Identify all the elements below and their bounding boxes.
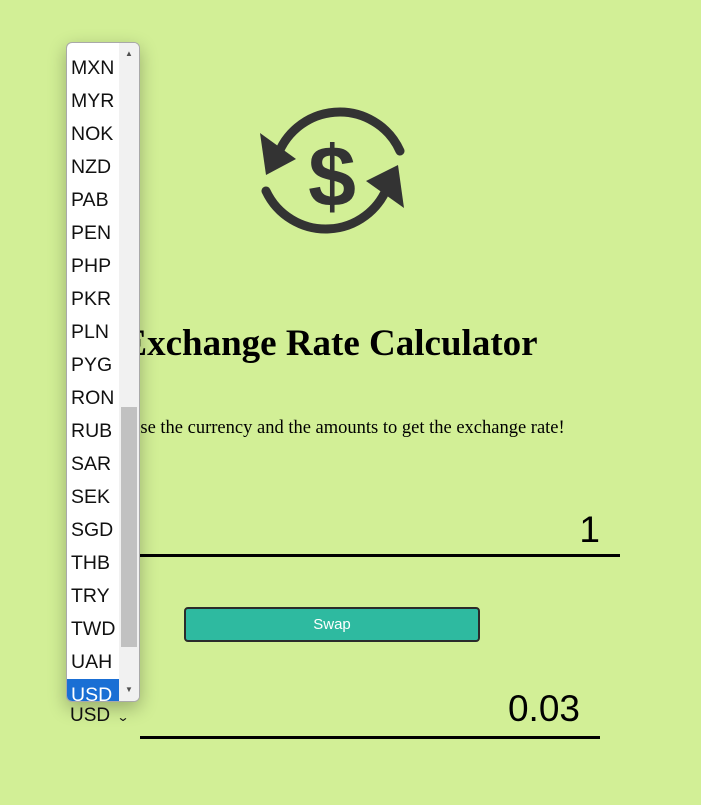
scroll-up-arrow-icon[interactable]: ▲ <box>119 45 139 63</box>
currency-two-select[interactable]: USD ⌄ <box>66 703 140 729</box>
currency-option-sar[interactable]: SAR <box>67 448 120 481</box>
swap-button[interactable]: Swap <box>184 607 480 642</box>
currency-option-thb[interactable]: THB <box>67 547 120 580</box>
currency-dropdown[interactable]: MXN MYR NOK NZD PAB PEN PHP PKR PLN PYG RON RUB SAR S… <box>66 42 140 702</box>
chevron-down-icon: ⌄ <box>116 709 130 724</box>
currency-option-usd[interactable]: USD <box>67 679 120 701</box>
currency-option-sgd[interactable]: SGD <box>67 514 120 547</box>
currency-option-nzd[interactable]: NZD <box>67 151 120 184</box>
currency-option-ron[interactable]: RON <box>67 382 120 415</box>
currency-exchange-icon: $ <box>260 107 405 234</box>
currency-option-uah[interactable]: UAH <box>67 646 120 679</box>
currency-option-rub[interactable]: RUB <box>67 415 120 448</box>
currency-two-value: USD <box>70 705 111 726</box>
currency-option-try[interactable]: TRY <box>67 580 120 613</box>
currency-option-twd[interactable]: TWD <box>67 613 120 646</box>
scroll-down-arrow-icon[interactable]: ▼ <box>119 681 139 699</box>
currency-option-pyg[interactable]: PYG <box>67 349 120 382</box>
currency-option-myr[interactable]: MYR <box>67 85 120 118</box>
amount-two-display: 0.03 <box>140 688 600 739</box>
svg-text:$: $ <box>308 129 356 225</box>
scrollbar-thumb[interactable] <box>121 407 137 647</box>
currency-option-php[interactable]: PHP <box>67 250 120 283</box>
currency-option-pab[interactable]: PAB <box>67 184 120 217</box>
currency-option-nok[interactable]: NOK <box>67 118 120 151</box>
currency-option-mxn[interactable]: MXN <box>67 52 120 85</box>
currency-option-sek[interactable]: SEK <box>67 481 120 514</box>
currency-option-pln[interactable]: PLN <box>67 316 120 349</box>
amount-one-input[interactable] <box>140 506 620 557</box>
currency-option-pkr[interactable]: PKR <box>67 283 120 316</box>
dropdown-scrollbar[interactable]: ▲ ▼ <box>119 43 139 701</box>
currency-options-list: MXN MYR NOK NZD PAB PEN PHP PKR PLN PYG RON RUB SAR S… <box>67 52 120 701</box>
currency-option-pen[interactable]: PEN <box>67 217 120 250</box>
